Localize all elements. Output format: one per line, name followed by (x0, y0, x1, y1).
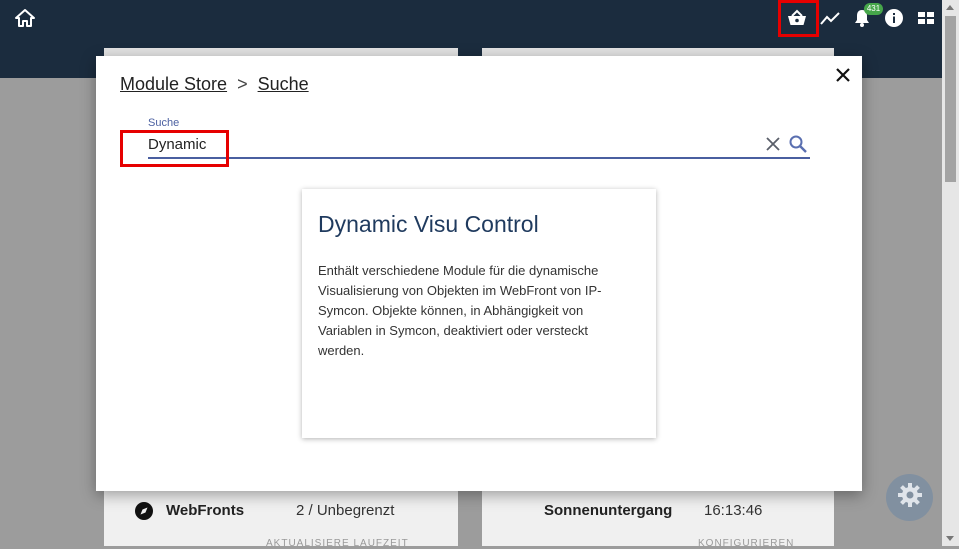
webfronts-label: WebFronts (166, 502, 245, 519)
gear-icon (897, 482, 923, 513)
close-icon[interactable] (833, 65, 853, 85)
app-grid-icon[interactable] (914, 6, 938, 30)
scroll-down-arrow[interactable] (946, 536, 954, 541)
search-label: Suche (148, 117, 180, 129)
sunset-value: 16:13:46 (704, 502, 763, 519)
search-highlight-box (120, 130, 229, 167)
home-icon[interactable] (14, 8, 36, 28)
basket-highlight-box (778, 0, 819, 37)
settings-fab[interactable] (886, 474, 933, 521)
module-description: Enthält verschiedene Module für die dyna… (318, 263, 602, 358)
search-underline (148, 157, 810, 159)
module-result-card[interactable]: Dynamic Visu Control Enthält verschieden… (302, 189, 656, 438)
scroll-up-arrow[interactable] (946, 5, 954, 10)
tile-footer-action[interactable]: KONFIGURIEREN (698, 538, 794, 549)
notification-badge: 431 (864, 3, 883, 15)
tile-footer-action[interactable]: AKTUALISIERE LAUFZEIT (266, 538, 409, 549)
webfronts-value: 2 / Unbegrenzt (296, 502, 395, 519)
search-icon[interactable] (788, 134, 808, 154)
clear-icon[interactable] (765, 136, 781, 152)
module-store-dialog: Module Store > Suche Suche Dynamic Visu Co… (96, 56, 862, 491)
search-input[interactable] (148, 134, 748, 154)
compass-icon (134, 501, 154, 521)
page-scrollbar[interactable] (942, 0, 959, 546)
breadcrumb-separator: > (237, 74, 248, 94)
moon-icon (512, 501, 532, 521)
module-title: Dynamic Visu Control (318, 211, 539, 237)
chart-line-icon[interactable] (818, 6, 842, 30)
breadcrumb: Module Store > Suche (120, 74, 309, 95)
scroll-thumb[interactable] (945, 16, 956, 182)
breadcrumb-suche[interactable]: Suche (258, 74, 309, 94)
sunset-label: Sonnenuntergang (544, 502, 673, 519)
breadcrumb-module-store[interactable]: Module Store (120, 74, 227, 94)
info-icon[interactable] (882, 6, 906, 30)
